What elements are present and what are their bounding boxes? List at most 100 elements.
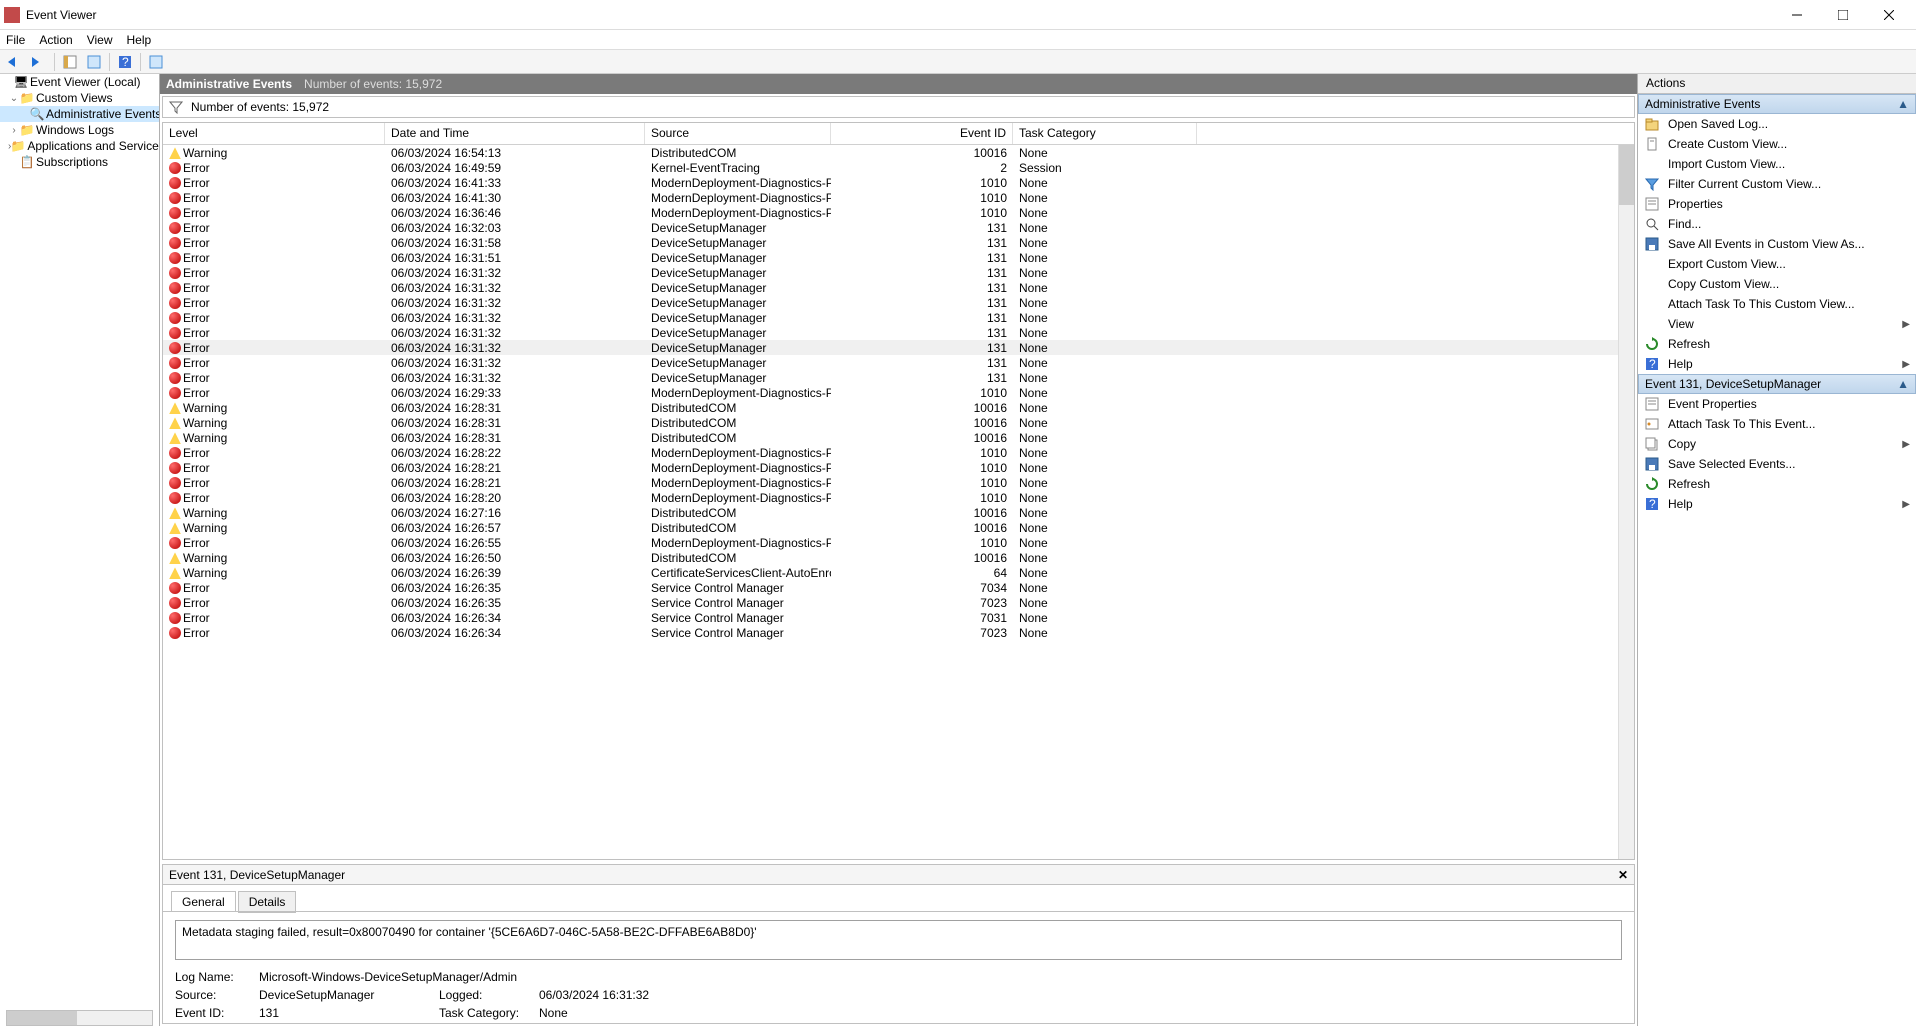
action-help[interactable]: ?Help▶: [1638, 354, 1916, 374]
action-refresh[interactable]: Refresh: [1638, 334, 1916, 354]
action-save-all-events-in-custom-view-as[interactable]: Save All Events in Custom View As...: [1638, 234, 1916, 254]
event-row[interactable]: Error06/03/2024 16:36:46ModernDeployment…: [163, 205, 1634, 220]
event-row[interactable]: Error06/03/2024 16:41:33ModernDeployment…: [163, 175, 1634, 190]
event-row[interactable]: Warning06/03/2024 16:26:57DistributedCOM…: [163, 520, 1634, 535]
action-label: Help: [1668, 497, 1693, 511]
event-row[interactable]: Error06/03/2024 16:31:58DeviceSetupManag…: [163, 235, 1634, 250]
event-row[interactable]: Error06/03/2024 16:31:32DeviceSetupManag…: [163, 370, 1634, 385]
event-row[interactable]: Error06/03/2024 16:26:35Service Control …: [163, 580, 1634, 595]
actions-group-admin[interactable]: Administrative Events▲: [1638, 94, 1916, 114]
col-task[interactable]: Task Category: [1013, 123, 1197, 144]
action-copy-custom-view[interactable]: Copy Custom View...: [1638, 274, 1916, 294]
tree-root-label: Event Viewer (Local): [30, 75, 141, 89]
action-save-selected-events[interactable]: Save Selected Events...: [1638, 454, 1916, 474]
action-create-custom-view[interactable]: Create Custom View...: [1638, 134, 1916, 154]
list-v-scrollbar[interactable]: [1618, 145, 1634, 859]
tab-general[interactable]: General: [171, 891, 236, 912]
event-row[interactable]: Warning06/03/2024 16:26:50DistributedCOM…: [163, 550, 1634, 565]
event-row[interactable]: Warning06/03/2024 16:28:31DistributedCOM…: [163, 415, 1634, 430]
tree-windows-logs[interactable]: ›📁Windows Logs: [0, 122, 159, 138]
event-row[interactable]: Error06/03/2024 16:31:32DeviceSetupManag…: [163, 280, 1634, 295]
event-row[interactable]: Error06/03/2024 16:28:20ModernDeployment…: [163, 490, 1634, 505]
action-help[interactable]: ?Help▶: [1638, 494, 1916, 514]
col-datetime[interactable]: Date and Time: [385, 123, 645, 144]
event-row[interactable]: Error06/03/2024 16:26:35Service Control …: [163, 595, 1634, 610]
actions-header: Actions: [1638, 74, 1916, 94]
tree-applications-services[interactable]: ›📁Applications and Services Lo: [0, 138, 159, 154]
event-row[interactable]: Error06/03/2024 16:29:33ModernDeployment…: [163, 385, 1634, 400]
action-event-properties[interactable]: Event Properties: [1638, 394, 1916, 414]
event-row[interactable]: Error06/03/2024 16:26:34Service Control …: [163, 625, 1634, 640]
back-button[interactable]: [4, 51, 26, 73]
action-find[interactable]: Find...: [1638, 214, 1916, 234]
event-row[interactable]: Error06/03/2024 16:49:59Kernel-EventTrac…: [163, 160, 1634, 175]
event-row[interactable]: Error06/03/2024 16:28:21ModernDeployment…: [163, 460, 1634, 475]
action-label: Attach Task To This Custom View...: [1668, 297, 1855, 311]
menu-help[interactable]: Help: [127, 33, 152, 47]
action-refresh[interactable]: Refresh: [1638, 474, 1916, 494]
event-row[interactable]: Error06/03/2024 16:32:03DeviceSetupManag…: [163, 220, 1634, 235]
minimize-button[interactable]: [1774, 0, 1820, 30]
event-row[interactable]: Error06/03/2024 16:31:32DeviceSetupManag…: [163, 310, 1634, 325]
event-row[interactable]: Warning06/03/2024 16:27:16DistributedCOM…: [163, 505, 1634, 520]
action-attach-task-to-this-event[interactable]: Attach Task To This Event...: [1638, 414, 1916, 434]
event-row[interactable]: Error06/03/2024 16:28:22ModernDeployment…: [163, 445, 1634, 460]
detail-field-label: Event ID:: [175, 1006, 259, 1020]
properties-button[interactable]: [83, 51, 105, 73]
event-row[interactable]: Error06/03/2024 16:31:32DeviceSetupManag…: [163, 295, 1634, 310]
action-open-saved-log[interactable]: Open Saved Log...: [1638, 114, 1916, 134]
event-row[interactable]: Warning06/03/2024 16:26:39CertificateSer…: [163, 565, 1634, 580]
action-view[interactable]: View▶: [1638, 314, 1916, 334]
tab-details[interactable]: Details: [238, 891, 297, 913]
help-button[interactable]: ?: [114, 51, 136, 73]
action-filter-current-custom-view[interactable]: Filter Current Custom View...: [1638, 174, 1916, 194]
event-row[interactable]: Warning06/03/2024 16:28:31DistributedCOM…: [163, 400, 1634, 415]
action-copy[interactable]: Copy▶: [1638, 434, 1916, 454]
action-import-custom-view[interactable]: Import Custom View...: [1638, 154, 1916, 174]
tree-label: Subscriptions: [36, 155, 108, 169]
event-list: Level Date and Time Source Event ID Task…: [162, 122, 1635, 860]
actions-group-event[interactable]: Event 131, DeviceSetupManager▲: [1638, 374, 1916, 394]
col-level[interactable]: Level: [163, 123, 385, 144]
menu-file[interactable]: File: [6, 33, 25, 47]
col-event-id[interactable]: Event ID: [831, 123, 1013, 144]
action-label: Save All Events in Custom View As...: [1668, 237, 1865, 251]
col-source[interactable]: Source: [645, 123, 831, 144]
warning-icon: [169, 417, 181, 429]
show-hide-tree-button[interactable]: [59, 51, 81, 73]
tree-subscriptions[interactable]: 📋Subscriptions: [0, 154, 159, 170]
event-row[interactable]: Error06/03/2024 16:26:55ModernDeployment…: [163, 535, 1634, 550]
event-row[interactable]: Error06/03/2024 16:31:32DeviceSetupManag…: [163, 340, 1634, 355]
error-icon: [169, 267, 181, 279]
detail-close-button[interactable]: ✕: [1618, 868, 1628, 882]
event-row[interactable]: Error06/03/2024 16:26:34Service Control …: [163, 610, 1634, 625]
action-attach-task-to-this-custom-view[interactable]: Attach Task To This Custom View...: [1638, 294, 1916, 314]
event-row[interactable]: Error06/03/2024 16:31:32DeviceSetupManag…: [163, 355, 1634, 370]
tree-administrative-events[interactable]: 🔍Administrative Events: [0, 106, 159, 122]
tree-root[interactable]: 🖥Event Viewer (Local): [0, 74, 159, 90]
refresh-button[interactable]: [145, 51, 167, 73]
error-icon: [169, 297, 181, 309]
detail-pane: Event 131, DeviceSetupManager ✕ General …: [162, 864, 1635, 1024]
event-row[interactable]: Error06/03/2024 16:28:21ModernDeployment…: [163, 475, 1634, 490]
action-label: Event Properties: [1668, 397, 1757, 411]
event-row[interactable]: Error06/03/2024 16:31:32DeviceSetupManag…: [163, 265, 1634, 280]
tree-h-scrollbar[interactable]: [6, 1010, 153, 1026]
close-button[interactable]: [1866, 0, 1912, 30]
event-row[interactable]: Warning06/03/2024 16:54:13DistributedCOM…: [163, 145, 1634, 160]
action-label: Save Selected Events...: [1668, 457, 1795, 471]
tree-custom-views[interactable]: ⌄📁Custom Views: [0, 90, 159, 106]
menu-view[interactable]: View: [87, 33, 113, 47]
warning-icon: [169, 507, 181, 519]
event-row[interactable]: Warning06/03/2024 16:28:31DistributedCOM…: [163, 430, 1634, 445]
menu-action[interactable]: Action: [39, 33, 72, 47]
event-row[interactable]: Error06/03/2024 16:31:51DeviceSetupManag…: [163, 250, 1634, 265]
event-row[interactable]: Error06/03/2024 16:41:30ModernDeployment…: [163, 190, 1634, 205]
event-row[interactable]: Error06/03/2024 16:31:32DeviceSetupManag…: [163, 325, 1634, 340]
submenu-arrow-icon: ▶: [1902, 439, 1910, 450]
maximize-button[interactable]: [1820, 0, 1866, 30]
action-properties[interactable]: Properties: [1638, 194, 1916, 214]
action-export-custom-view[interactable]: Export Custom View...: [1638, 254, 1916, 274]
forward-button[interactable]: [28, 51, 50, 73]
error-icon: [169, 537, 181, 549]
